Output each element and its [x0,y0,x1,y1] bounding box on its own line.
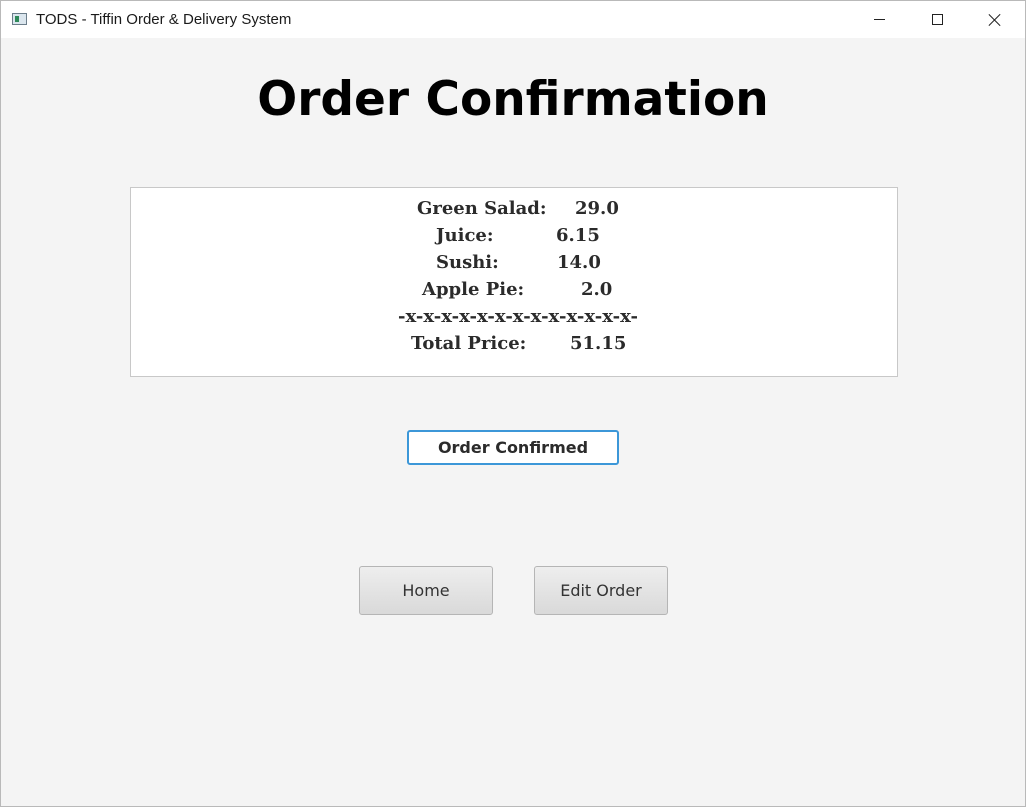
item-price: 29.0 [575,198,619,219]
page-title: Order Confirmation [257,72,769,127]
item-price: 2.0 [581,279,613,300]
item-name: Juice: [436,225,494,246]
total-label: Total Price: [411,333,527,354]
order-summary: Green Salad: 29.0 Juice: 6.15 Sushi: 14.… [130,187,898,377]
order-confirmed-button[interactable]: Order Confirmed [407,430,619,465]
minimize-button[interactable] [850,1,908,38]
minimize-icon [873,19,885,20]
separator-line: -x-x-x-x-x-x-x-x-x-x-x-x-x- [398,306,638,327]
close-button[interactable] [966,1,1024,38]
home-button[interactable]: Home [359,566,493,615]
item-name: Green Salad: [417,198,547,219]
edit-order-button[interactable]: Edit Order [534,566,668,615]
maximize-icon [931,14,943,25]
main-content: Order Confirmation Green Salad: 29.0 Jui… [1,38,1025,806]
item-name: Apple Pie: [422,279,525,300]
app-icon [12,13,27,25]
maximize-button[interactable] [908,1,966,38]
total-value: 51.15 [570,333,627,354]
app-window: TODS - Tiffin Order & Delivery System Or… [0,0,1026,807]
window-title: TODS - Tiffin Order & Delivery System [36,11,292,28]
close-icon [988,13,1002,27]
title-bar[interactable]: TODS - Tiffin Order & Delivery System [1,1,1025,38]
item-name: Sushi: [436,252,499,273]
item-price: 6.15 [556,225,600,246]
item-price: 14.0 [557,252,601,273]
